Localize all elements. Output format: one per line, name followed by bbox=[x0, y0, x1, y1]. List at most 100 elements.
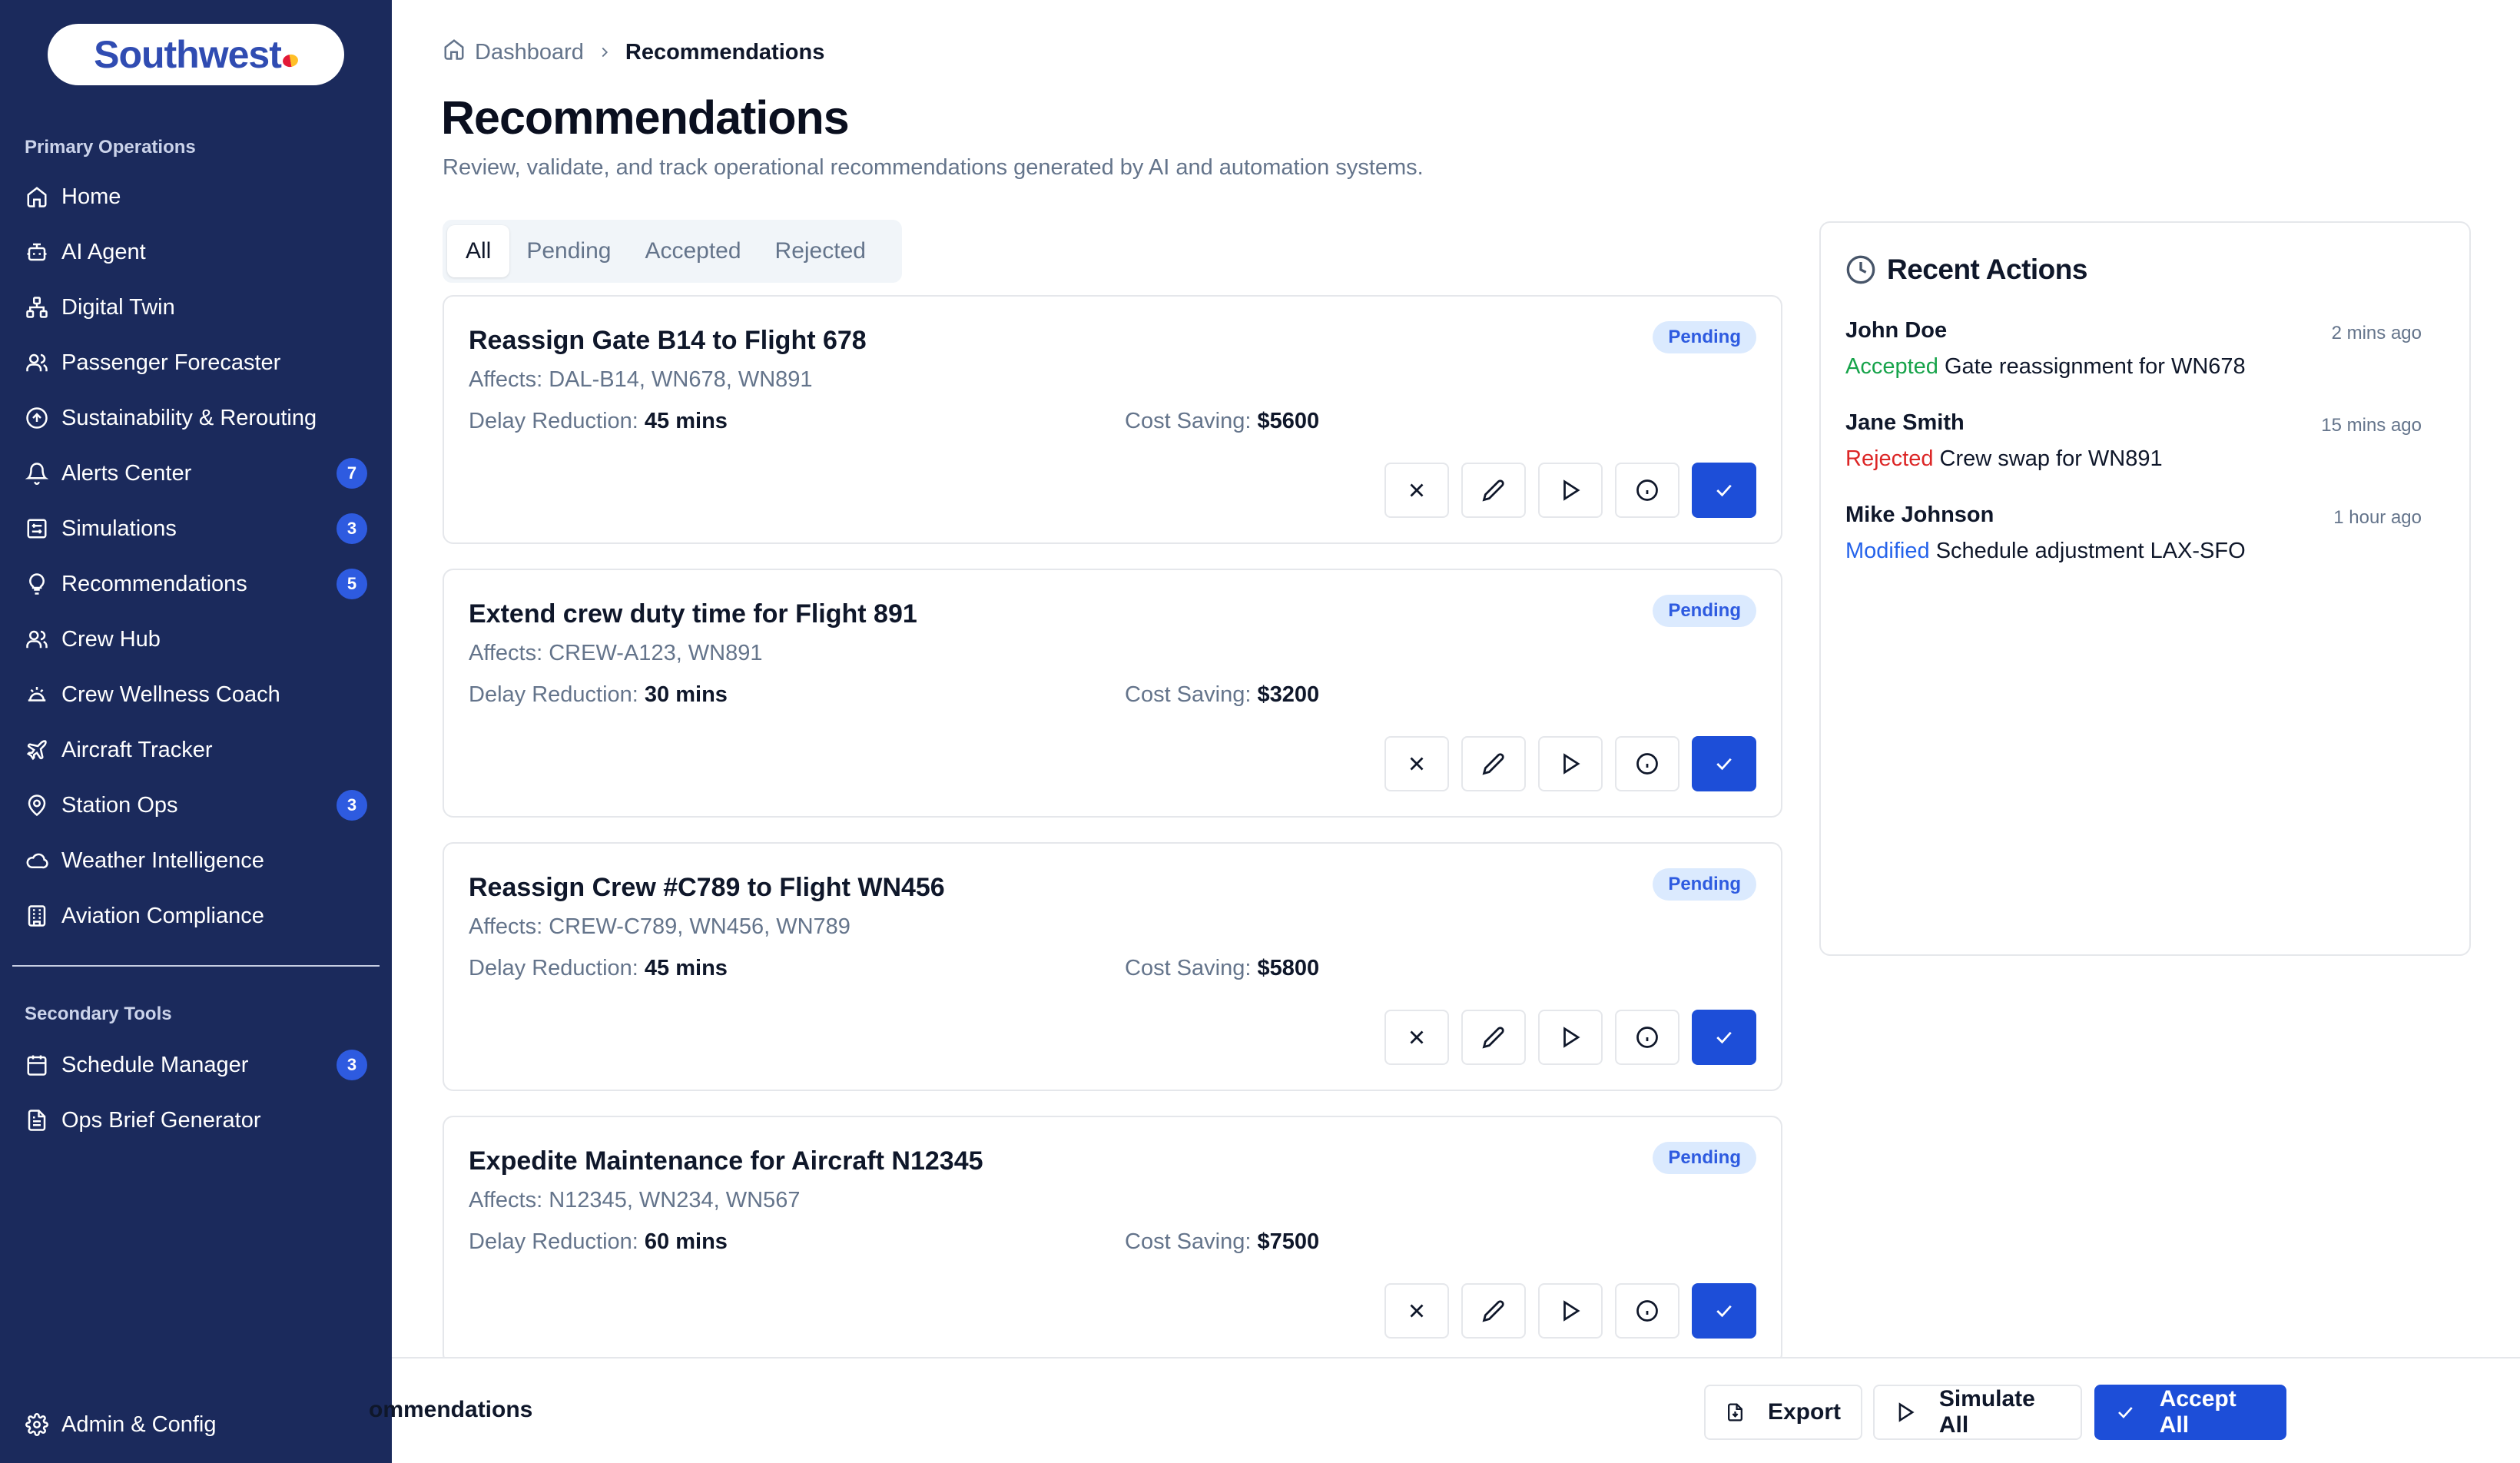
close-icon bbox=[1410, 1304, 1424, 1318]
sidebar-item-label: Aviation Compliance bbox=[61, 903, 264, 928]
sidebar-item-sustainability[interactable]: Sustainability & Rerouting bbox=[0, 390, 392, 446]
delay-reduction: Delay Reduction: 30 mins bbox=[469, 682, 728, 708]
edit-button[interactable] bbox=[1461, 1283, 1526, 1339]
sidebar-divider bbox=[12, 965, 380, 967]
sidebar-item-crew-hub[interactable]: Crew Hub bbox=[0, 612, 392, 667]
sidebar-item-home[interactable]: Home bbox=[0, 169, 392, 224]
accept-button[interactable] bbox=[1692, 1283, 1756, 1339]
recommendation-affects: Affects: DAL-B14, WN678, WN891 bbox=[469, 367, 813, 392]
info-icon bbox=[1636, 1027, 1658, 1048]
sidebar-item-ai-agent[interactable]: AI Agent bbox=[0, 224, 392, 280]
sidebar-item-label: Station Ops bbox=[61, 792, 178, 818]
accept-button[interactable] bbox=[1692, 463, 1756, 518]
sidebar-item-simulations[interactable]: Simulations 3 bbox=[0, 501, 392, 556]
close-icon bbox=[1410, 757, 1424, 771]
info-button[interactable] bbox=[1615, 1283, 1679, 1339]
status-badge: Pending bbox=[1653, 1142, 1756, 1174]
simulate-button[interactable] bbox=[1538, 463, 1603, 518]
cost-saving: Cost Saving: $5600 bbox=[1125, 409, 1319, 434]
info-button[interactable] bbox=[1615, 1010, 1679, 1065]
primary-operations-label: Primary Operations bbox=[25, 137, 196, 158]
action-detail: Schedule adjustment LAX-SFO bbox=[1935, 539, 2246, 563]
breadcrumb-dashboard-link[interactable]: Dashboard bbox=[475, 40, 584, 65]
accept-button[interactable] bbox=[1692, 736, 1756, 791]
alerts-count-badge: 7 bbox=[337, 458, 367, 489]
reject-button[interactable] bbox=[1384, 463, 1449, 518]
sidebar-item-crew-wellness-coach[interactable]: Crew Wellness Coach bbox=[0, 667, 392, 722]
tab-pending[interactable]: Pending bbox=[509, 225, 628, 277]
card-actions bbox=[1384, 736, 1756, 791]
pencil-icon bbox=[1482, 1300, 1504, 1322]
circle-arrow-icon bbox=[25, 406, 49, 430]
card-actions bbox=[1384, 463, 1756, 518]
export-button[interactable]: Export bbox=[1704, 1385, 1862, 1440]
delay-label: Delay Reduction: bbox=[469, 409, 638, 433]
sidebar-item-label: AI Agent bbox=[61, 239, 146, 264]
info-icon bbox=[1636, 479, 1658, 501]
recommendation-affects: Affects: CREW-A123, WN891 bbox=[469, 641, 763, 665]
recommendations-count-badge: 5 bbox=[337, 569, 367, 599]
secondary-tools-label: Secondary Tools bbox=[25, 1004, 172, 1024]
reject-button[interactable] bbox=[1384, 1010, 1449, 1065]
sidebar-item-alerts-center[interactable]: Alerts Center 7 bbox=[0, 446, 392, 501]
sidebar-item-aviation-compliance[interactable]: Aviation Compliance bbox=[0, 888, 392, 944]
action-detail: Gate reassignment for WN678 bbox=[1944, 354, 2246, 379]
simulate-all-button[interactable]: Simulate All bbox=[1873, 1385, 2082, 1440]
recent-actions-panel: Recent Actions John Doe 2 mins ago Accep… bbox=[1819, 221, 2471, 956]
sidebar-item-admin-config[interactable]: Admin & Config bbox=[0, 1397, 392, 1452]
filter-tabs: All Pending Accepted Rejected bbox=[443, 220, 902, 283]
play-icon bbox=[1898, 1402, 1915, 1422]
tab-accepted[interactable]: Accepted bbox=[628, 225, 758, 277]
sidebar-item-label: Digital Twin bbox=[61, 294, 175, 320]
cost-label: Cost Saving: bbox=[1125, 409, 1252, 433]
sidebar-item-aircraft-tracker[interactable]: Aircraft Tracker bbox=[0, 722, 392, 778]
status-badge: Pending bbox=[1653, 321, 1756, 353]
tab-all[interactable]: All bbox=[447, 225, 510, 277]
cost-value: $7500 bbox=[1257, 1229, 1320, 1254]
edit-button[interactable] bbox=[1461, 736, 1526, 791]
info-button[interactable] bbox=[1615, 463, 1679, 518]
delay-label: Delay Reduction: bbox=[469, 682, 638, 707]
accept-all-label: Accept All bbox=[2159, 1386, 2236, 1438]
sidebar-item-label: Crew Hub bbox=[61, 626, 161, 652]
sidebar-item-digital-twin[interactable]: Digital Twin bbox=[0, 280, 392, 335]
simulations-count-badge: 3 bbox=[337, 513, 367, 544]
recent-action-item: Jane Smith 15 mins ago Rejected Crew swa… bbox=[1845, 410, 2422, 472]
tab-rejected[interactable]: Rejected bbox=[758, 225, 883, 277]
simulate-button[interactable] bbox=[1538, 736, 1603, 791]
home-icon bbox=[25, 184, 49, 209]
sidebar-item-passenger-forecaster[interactable]: Passenger Forecaster bbox=[0, 335, 392, 390]
logo-text: Southwest bbox=[94, 33, 282, 76]
simulate-button[interactable] bbox=[1538, 1283, 1603, 1339]
delay-value: 45 mins bbox=[644, 956, 728, 980]
action-time: 2 mins ago bbox=[2331, 323, 2422, 343]
cost-label: Cost Saving: bbox=[1125, 1229, 1252, 1254]
station-ops-count-badge: 3 bbox=[337, 790, 367, 821]
accept-all-button[interactable]: Accept All bbox=[2094, 1385, 2286, 1440]
close-icon bbox=[1410, 1030, 1424, 1044]
status-badge: Pending bbox=[1653, 868, 1756, 901]
edit-button[interactable] bbox=[1461, 463, 1526, 518]
sidebar-item-schedule-manager[interactable]: Schedule Manager 3 bbox=[0, 1037, 392, 1093]
action-description: Modified Schedule adjustment LAX-SFO bbox=[1845, 539, 2422, 564]
recommendation-card: Expedite Maintenance for Aircraft N12345… bbox=[443, 1116, 1782, 1365]
sidebar-item-ops-brief-generator[interactable]: Ops Brief Generator bbox=[0, 1093, 392, 1148]
info-button[interactable] bbox=[1615, 736, 1679, 791]
reject-button[interactable] bbox=[1384, 736, 1449, 791]
plane-icon bbox=[25, 738, 49, 762]
southwest-logo[interactable]: Southwest bbox=[48, 24, 344, 85]
edit-button[interactable] bbox=[1461, 1010, 1526, 1065]
play-icon bbox=[1563, 753, 1580, 775]
sidebar-item-station-ops[interactable]: Station Ops 3 bbox=[0, 778, 392, 833]
sidebar-item-weather-intelligence[interactable]: Weather Intelligence bbox=[0, 833, 392, 888]
recommendation-card: Reassign Crew #C789 to Flight WN456 Pend… bbox=[443, 842, 1782, 1091]
simulate-button[interactable] bbox=[1538, 1010, 1603, 1065]
recent-action-item: John Doe 2 mins ago Accepted Gate reassi… bbox=[1845, 318, 2422, 380]
sidebar: Southwest Primary Operations Home AI Age… bbox=[0, 0, 392, 1463]
sidebar-item-recommendations[interactable]: Recommendations 5 bbox=[0, 556, 392, 612]
home-icon[interactable] bbox=[443, 38, 475, 67]
cost-label: Cost Saving: bbox=[1125, 956, 1252, 980]
reject-button[interactable] bbox=[1384, 1283, 1449, 1339]
action-detail: Crew swap for WN891 bbox=[1939, 446, 2163, 471]
accept-button[interactable] bbox=[1692, 1010, 1756, 1065]
